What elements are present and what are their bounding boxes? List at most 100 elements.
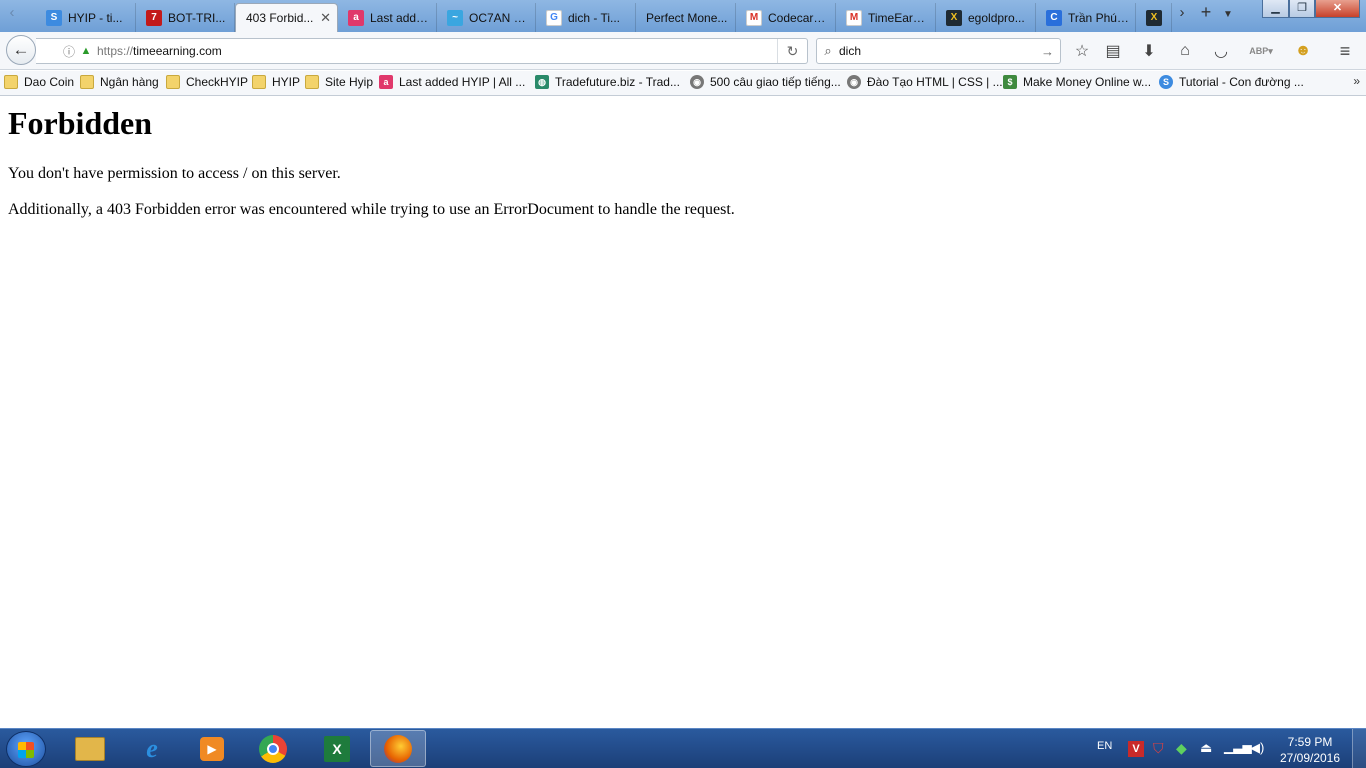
bookmark-label: Đào Tạo HTML | CSS | ... [867,75,1003,89]
tab-5[interactable]: G dich - Ti... [536,3,636,32]
show-desktop-button[interactable] [1352,729,1366,768]
bookmark-label: HYIP [272,75,301,89]
search-input[interactable]: ⌕ dich → [816,38,1061,64]
scroll-tabs-right-icon[interactable]: › [1172,4,1192,21]
tab-9[interactable]: X egoldpro... [936,3,1036,32]
tab-10[interactable]: C Trần Phú ... [1036,3,1136,32]
restore-button[interactable]: ❐ [1289,0,1315,18]
windows-logo-icon [18,742,34,758]
bookmark-folder-hyip[interactable]: HYIP [252,75,300,89]
reading-list-icon[interactable]: ▤ [1102,40,1124,62]
money-icon: $ [1003,75,1017,89]
a-icon: a [379,75,393,89]
tab-strip: ‹ S HYIP - ti... 7 BOT-TRI... 403 Forbid… [0,0,1366,32]
back-button[interactable]: ← [6,35,36,65]
bookmark-star-icon[interactable]: ☆ [1071,40,1093,62]
bookmark-label: Dao Coin [24,75,75,89]
tab-1[interactable]: 7 BOT-TRI... [136,3,235,32]
tab-6[interactable]: Perfect Mone... [636,3,736,32]
bookmark-label: Tutorial - Con đường ... [1179,75,1304,89]
tab-2-active[interactable]: 403 Forbid... ✕ [235,3,338,32]
clock-time: 7:59 PM [1287,735,1333,749]
bookmark-folder-ngan-hang[interactable]: Ngân hàng [80,75,159,89]
page-content: Forbidden You don't have permission to a… [0,97,1366,728]
minimize-button[interactable]: ▁ [1262,0,1289,18]
bookmark-label: 500 câu giao tiếp tiếng... [710,75,841,89]
bookmark-folder-site-hyip[interactable]: Site Hyip [305,75,373,89]
language-indicator[interactable]: EN [1097,740,1112,752]
bookmark-folder-checkhyip[interactable]: CheckHYIP [166,75,248,89]
tab-label: Last adde... [370,10,430,25]
tab-label: Trần Phú ... [1068,10,1129,25]
folder-icon [252,75,266,89]
bot-icon: 7 [146,9,162,26]
usb-eject-icon[interactable]: ⏏ [1200,740,1212,756]
taskbar-internet-explorer[interactable]: e [124,730,180,767]
bookmark-label: Tradefuture.biz - Trad... [555,75,680,89]
adblock-plus-icon[interactable]: ABP▾ [1246,40,1276,62]
reload-icon[interactable]: ↻ [777,39,807,63]
downloads-icon[interactable]: ⬇ [1138,40,1160,62]
bookmark-folder-dao-coin[interactable]: Dao Coin [4,75,74,89]
skype-s-icon: S [46,9,62,26]
extension-badge-icon[interactable]: ☻ [1292,40,1314,62]
bookmark-dao-tao-html[interactable]: ◉ Đào Tạo HTML | CSS | ... [847,75,1003,89]
bookmark-label: Last added HYIP | All ... [399,75,526,89]
bookmark-make-money-online[interactable]: $ Make Money Online w... [1003,75,1151,89]
bookmark-label: Make Money Online w... [1023,75,1152,89]
taskbar-media-player[interactable]: ▶ [184,730,240,767]
shield-icon[interactable]: ⛉ [1153,740,1164,757]
search-value: dich [839,44,862,58]
new-tab-icon[interactable]: + [1196,2,1216,23]
folder-icon [4,75,18,89]
taskbar-clock[interactable]: 7:59 PM 27/09/2016 [1274,734,1346,766]
chrome-icon [259,734,287,763]
close-window-button[interactable]: ✕ [1315,0,1360,18]
taskbar-excel[interactable]: X [309,730,365,767]
gmail-icon: M [846,9,862,26]
network-sync-icon[interactable]: ◆ [1176,740,1187,757]
error-detail: Additionally, a 403 Forbidden error was … [8,201,735,218]
menu-hamburger-icon[interactable]: ≡ [1334,40,1356,62]
bookmark-tradefuture[interactable]: ◍ Tradefuture.biz - Trad... [535,75,680,89]
home-icon[interactable]: ⌂ [1174,40,1196,62]
tab-11[interactable]: X e [1136,3,1172,32]
tab-label: OC7AN L... [469,10,529,25]
pocket-icon[interactable]: ◡ [1210,40,1232,62]
bookmarks-overflow-chevron-icon[interactable]: » [1353,74,1360,88]
excel-icon: X [324,735,350,762]
search-go-arrow-icon[interactable]: → [1041,44,1054,59]
skype-s-icon: S [1159,75,1173,89]
folder-icon [305,75,319,89]
back-arrow-icon: ← [12,40,30,59]
bookmark-tutorial[interactable]: S Tutorial - Con đường ... [1159,75,1304,89]
vietkey-icon[interactable]: V [1128,741,1144,757]
url-bar[interactable]: ⓘ ▲ https:// timeearning.com ↻ [36,38,808,64]
close-tab-icon[interactable]: ✕ [320,10,331,26]
taskbar-chrome[interactable] [245,730,301,767]
taskbar-explorer[interactable] [62,730,118,767]
tab-0[interactable]: S HYIP - ti... [36,3,136,32]
bookmark-last-added-hyip[interactable]: a Last added HYIP | All ... [379,75,525,89]
firefox-icon [384,734,412,763]
bookmark-500-cau[interactable]: ◉ 500 câu giao tiếp tiếng... [690,75,841,89]
tab-3[interactable]: a Last adde... [338,3,437,32]
tab-list-chevron-down-icon[interactable]: ▼ [1218,9,1238,20]
info-icon[interactable]: ⓘ [60,43,78,60]
signal-bars-icon[interactable]: ▁▃▅ [1224,740,1252,754]
google-icon: G [546,9,562,26]
volume-icon[interactable]: ◀) [1250,740,1264,756]
clock-date: 27/09/2016 [1279,751,1341,765]
taskbar-firefox-active[interactable] [370,730,426,767]
folder-icon [166,75,180,89]
start-button[interactable] [6,731,46,767]
tab-8[interactable]: M TimeEarn... [836,3,936,32]
bookmark-label: CheckHYIP [186,75,249,89]
scroll-tabs-left-icon[interactable]: ‹ [2,4,22,21]
tab-label: TimeEarn... [868,10,929,25]
tab-7[interactable]: M Codecard... [736,3,836,32]
folder-icon [80,75,94,89]
tab-4[interactable]: ~ OC7AN L... [437,3,536,32]
page-title: Forbidden [8,105,153,141]
lock-icon[interactable]: ▲ [78,45,94,57]
